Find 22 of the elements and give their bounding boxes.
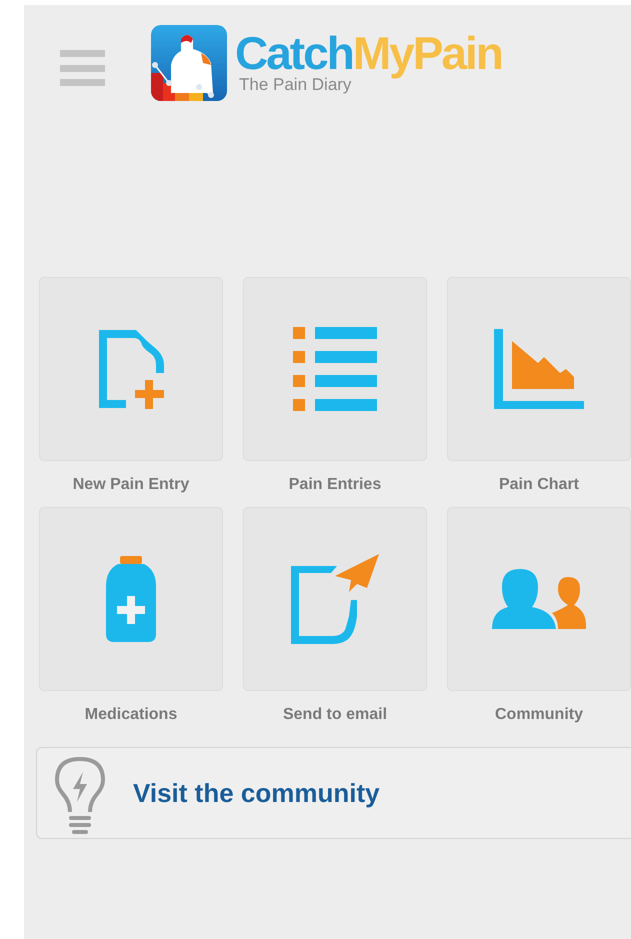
paper-plane-document-icon — [291, 554, 379, 644]
menu-tile[interactable] — [243, 277, 427, 461]
menu-tile[interactable] — [39, 507, 223, 691]
lightbulb-icon — [55, 756, 105, 836]
menu-tile[interactable] — [243, 507, 427, 691]
list-icon — [293, 327, 377, 411]
area-chart-icon — [494, 329, 584, 409]
tile-label: Community — [495, 706, 583, 724]
medicine-bottle-icon — [106, 556, 156, 642]
menu-tile[interactable] — [447, 507, 631, 691]
tile-label: Pain Chart — [498, 476, 579, 494]
community-banner[interactable]: Visit the community — [36, 747, 631, 839]
menu-tile[interactable] — [447, 277, 631, 461]
logo-icon — [151, 25, 227, 101]
people-icon — [492, 567, 586, 631]
tile-label: Medications — [84, 706, 178, 724]
tile-label: Pain Entries — [288, 476, 382, 494]
tile-label: New Pain Entry — [72, 476, 190, 494]
menu-tile[interactable] — [39, 277, 223, 461]
tile-label: Send to email — [282, 706, 388, 724]
menu-icon[interactable] — [60, 50, 105, 86]
new-document-icon — [96, 327, 166, 411]
